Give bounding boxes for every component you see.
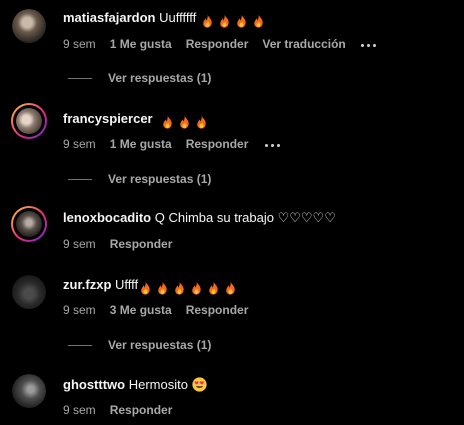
avatar[interactable]: [12, 374, 46, 408]
comment-time: 9 sem: [63, 303, 96, 317]
view-replies-button[interactable]: Ver respuestas (1): [68, 70, 211, 86]
view-replies-button[interactable]: Ver respuestas (1): [68, 337, 211, 353]
comment-time: 9 sem: [63, 37, 96, 51]
view-replies-label: Ver respuestas (1): [108, 338, 212, 352]
view-replies-label: Ver respuestas (1): [108, 172, 212, 186]
fire-emoji-icon: [208, 281, 219, 295]
comment-username[interactable]: ghostttwo: [63, 377, 125, 392]
fire-emoji-icon: [140, 281, 151, 295]
heart-eyes-emoji-icon: [192, 377, 207, 392]
replies-divider: [68, 179, 92, 181]
reply-button[interactable]: Responder: [186, 136, 249, 152]
replies-divider: [68, 345, 92, 347]
fire-emoji-icon: [196, 115, 207, 129]
avatar[interactable]: [11, 103, 47, 139]
fire-emoji-icon: [157, 281, 168, 295]
replies-divider: [68, 78, 92, 80]
reply-button[interactable]: Responder: [110, 236, 173, 252]
fire-emoji-icon: [162, 115, 173, 129]
comment-username[interactable]: francyspiercer: [63, 111, 153, 126]
fire-emoji-icon: [253, 14, 264, 28]
comment-text: Hermosito: [128, 377, 188, 392]
likes-count[interactable]: 1 Me gusta: [110, 136, 172, 152]
comment-username[interactable]: matiasfajardon: [63, 10, 155, 25]
fire-emoji-group: [196, 11, 264, 29]
comment-text: Q Chimba su trabajo ♡♡♡♡♡: [154, 210, 336, 225]
fire-emoji-icon: [225, 281, 236, 295]
reply-button[interactable]: Responder: [186, 302, 249, 318]
view-replies-button[interactable]: Ver respuestas (1): [68, 171, 211, 187]
fire-emoji-icon: [236, 14, 247, 28]
avatar[interactable]: [12, 275, 46, 309]
reply-button[interactable]: Responder: [186, 36, 249, 52]
fire-emoji-group: [134, 278, 236, 296]
view-replies-label: Ver respuestas (1): [108, 71, 212, 85]
translate-button[interactable]: Ver traducción: [262, 36, 345, 52]
fire-emoji-icon: [174, 281, 185, 295]
comment-time: 9 sem: [63, 237, 96, 251]
comment-username[interactable]: lenoxbocadito: [63, 210, 151, 225]
comment-username[interactable]: zur.fzxp: [63, 277, 111, 292]
more-options-icon[interactable]: [264, 137, 282, 153]
avatar[interactable]: [12, 9, 46, 43]
fire-emoji-icon: [191, 281, 202, 295]
avatar[interactable]: [11, 206, 47, 242]
comment-text: Uuffffff: [159, 10, 197, 25]
likes-count[interactable]: 1 Me gusta: [110, 36, 172, 52]
fire-emoji-icon: [219, 14, 230, 28]
more-options-icon[interactable]: [360, 37, 378, 53]
fire-emoji-icon: [202, 14, 213, 28]
comment-time: 9 sem: [63, 137, 96, 151]
reply-button[interactable]: Responder: [110, 402, 173, 418]
fire-emoji-group: [156, 112, 207, 130]
likes-count[interactable]: 3 Me gusta: [110, 302, 172, 318]
fire-emoji-icon: [179, 115, 190, 129]
comment-time: 9 sem: [63, 403, 96, 417]
